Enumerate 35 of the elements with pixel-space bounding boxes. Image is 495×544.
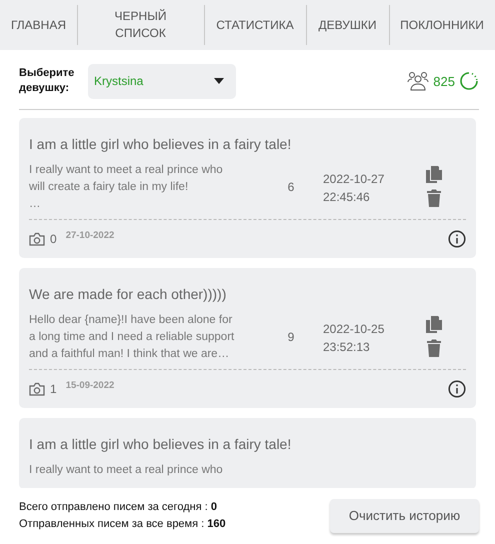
info-icon[interactable]: [448, 380, 466, 398]
stats-text: Отправленных писем за все время : 160: [19, 516, 226, 532]
trash-icon[interactable]: [426, 189, 442, 207]
caret-icon: [214, 78, 224, 84]
nav-tab[interactable]: ПОКЛОННИКИ: [389, 0, 495, 50]
letter-text: I really want to meet a real prince who: [29, 463, 224, 478]
letter-title: I am a little girl who believes in a fairy tale!: [29, 436, 292, 452]
select-label: Выберите девушку:: [19, 66, 76, 96]
letter-title: We are made for each other))))): [29, 286, 228, 302]
people-icon: [407, 71, 430, 91]
nav-tab[interactable]: ДЕВУШКИ: [306, 0, 388, 50]
copy-icon[interactable]: [425, 315, 443, 333]
refresh-icon[interactable]: [459, 71, 479, 91]
copy-icon[interactable]: [425, 165, 443, 183]
send-count: 6: [286, 179, 296, 196]
letter-title: I am a little girl who believes in a fairy tale!: [29, 136, 292, 152]
photo-count: 0: [50, 232, 57, 246]
camera-icon: [29, 232, 45, 246]
clear-history-button[interactable]: Очистить историю: [330, 498, 479, 532]
letter-text: I really want to meet a real prince who will create a fairy tale in my life! …: [29, 163, 224, 212]
nav-tab[interactable]: ГЛАВНАЯ: [0, 0, 77, 50]
letter-text: Hello dear {name}!I have been alone for a long time and I need a reliable support and a faithful man! I think that we are…: [29, 313, 236, 362]
created-date: 27-10-2022: [66, 230, 114, 241]
stats-text: Всего отправлено писем за сегодня : 0: [19, 500, 218, 514]
nav-tab[interactable]: ЧЕРНЫЙ СПИСОК: [78, 0, 204, 50]
created-date: 15-09-2022: [66, 380, 114, 391]
nav-tab[interactable]: СТАТИСТИКА: [204, 0, 306, 50]
photo-count: 1: [50, 382, 57, 396]
trash-icon[interactable]: [426, 339, 442, 357]
sent-datetime: 2022-10-27 22:45:46: [323, 171, 386, 206]
send-count: 9: [286, 329, 296, 346]
camera-icon: [29, 382, 45, 396]
info-icon[interactable]: [448, 230, 466, 248]
fans-count: 825: [433, 74, 455, 88]
sent-datetime: 2022-10-25 23:52:13: [323, 321, 386, 356]
